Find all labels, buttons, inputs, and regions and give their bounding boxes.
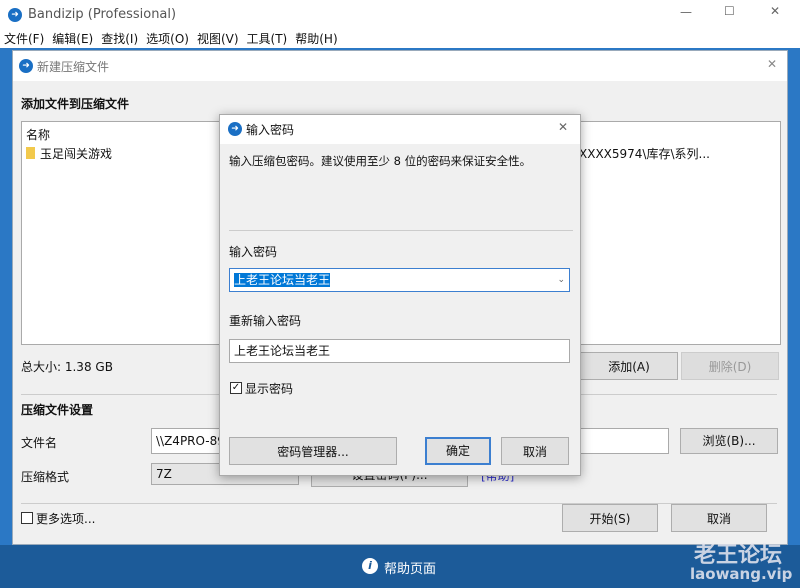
menu-edit[interactable]: 编辑(E) [48, 30, 97, 48]
confirm-password-label: 重新输入密码 [229, 314, 302, 328]
browse-button[interactable]: 浏览(B)... [680, 428, 778, 454]
bandizip-logo-icon: ➜ [8, 8, 22, 22]
cancel-button[interactable]: 取消 [671, 504, 767, 532]
show-password-label[interactable]: 显示密码 [245, 380, 293, 397]
app-titlebar: ➜ Bandizip (Professional) — ☐ ✕ [0, 0, 800, 30]
menu-tools[interactable]: 工具(T) [243, 30, 292, 48]
password-label: 输入密码 [229, 245, 278, 259]
password-dialog-titlebar: ➜ 输入密码 ✕ [220, 115, 580, 144]
close-icon[interactable]: ✕ [558, 120, 568, 134]
menu-options[interactable]: 选项(O) [142, 30, 193, 48]
confirm-password-input[interactable]: 上老王论坛当老王 [229, 339, 570, 363]
menu-view[interactable]: 视图(V) [193, 30, 243, 48]
file-name: 玉足闯关游戏 [40, 147, 113, 161]
delete-button[interactable]: 删除(D) [681, 352, 779, 380]
password-dialog-title: 输入密码 [246, 123, 295, 137]
password-value: 上老王论坛当老王 [234, 273, 331, 287]
divider [229, 230, 573, 231]
section-settings-heading: 压缩文件设置 [21, 403, 94, 417]
cancel-button[interactable]: 取消 [501, 437, 569, 465]
bandizip-logo-icon: ➜ [19, 59, 33, 73]
menu-find[interactable]: 查找(I) [97, 30, 142, 48]
dialog-title: 新建压缩文件 [37, 60, 110, 74]
add-button[interactable]: 添加(A) [580, 352, 678, 380]
dialog-titlebar: ➜ 新建压缩文件 ✕ [13, 51, 787, 81]
maximize-button[interactable]: ☐ [724, 4, 735, 18]
more-options-checkbox[interactable] [21, 512, 33, 524]
file-path: XXXX5974\库存\系列... [579, 147, 710, 161]
bandizip-logo-icon: ➜ [228, 122, 242, 136]
menu-file[interactable]: 文件(F) [0, 30, 48, 48]
section-add-heading: 添加文件到压缩文件 [21, 97, 130, 111]
password-description: 输入压缩包密码。建议使用至少 8 位的密码来保证安全性。 [229, 154, 532, 168]
ok-button[interactable]: 确定 [425, 437, 491, 465]
password-dialog: ➜ 输入密码 ✕ 输入压缩包密码。建议使用至少 8 位的密码来保证安全性。 输入… [219, 114, 581, 476]
divider [21, 503, 777, 504]
format-label: 压缩格式 [21, 470, 70, 484]
filename-label: 文件名 [21, 436, 58, 450]
watermark-url: laowang.vip [690, 565, 793, 583]
total-size: 总大小: 1.38 GB [21, 360, 113, 374]
menubar: 文件(F) 编辑(E) 查找(I) 选项(O) 视图(V) 工具(T) 帮助(H… [0, 30, 800, 48]
close-icon[interactable]: ✕ [767, 57, 777, 71]
column-header-name[interactable]: 名称 [26, 126, 50, 143]
folder-icon [26, 147, 35, 159]
info-icon: i [362, 558, 378, 574]
password-input[interactable]: 上老王论坛当老王 ⌄ [229, 268, 570, 292]
chevron-down-icon[interactable]: ⌄ [557, 269, 565, 291]
password-manager-button[interactable]: 密码管理器... [229, 437, 397, 465]
help-page-link[interactable]: 帮助页面 [384, 558, 436, 577]
more-options-label[interactable]: 更多选项... [36, 510, 95, 527]
minimize-button[interactable]: — [680, 5, 692, 19]
show-password-checkbox[interactable]: ✓ [230, 382, 242, 394]
footer-bar: i 帮助页面 老王论坛 laowang.vip [0, 543, 800, 588]
menu-help[interactable]: 帮助(H) [291, 30, 341, 48]
start-button[interactable]: 开始(S) [562, 504, 658, 532]
close-button[interactable]: ✕ [770, 4, 780, 18]
app-title: Bandizip (Professional) [28, 7, 177, 22]
